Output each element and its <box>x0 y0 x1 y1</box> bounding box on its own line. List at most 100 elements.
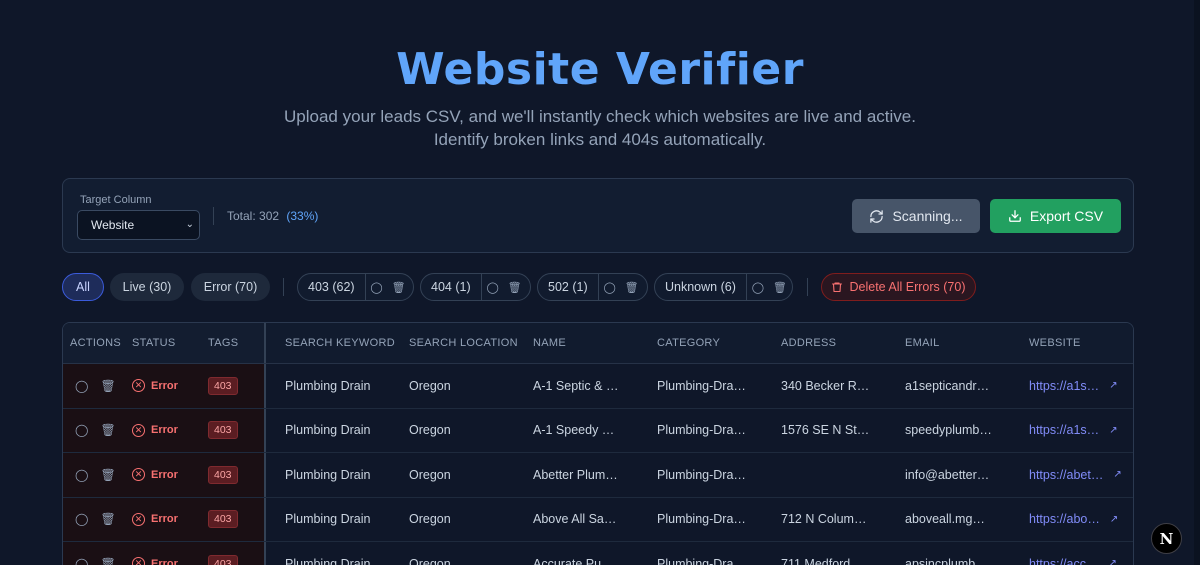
row-actions: ◯ 🗑 <box>75 364 128 408</box>
row-actions: ◯ 🗑 <box>75 453 128 497</box>
filter-unknown[interactable]: Unknown (6) <box>655 274 747 300</box>
download-icon <box>1009 210 1021 222</box>
cell-keyword: Plumbing Drain <box>285 378 371 393</box>
website-link[interactable]: https://a1s… <box>1029 423 1099 437</box>
delete-all-errors-button[interactable]: Delete All Errors (70) <box>821 273 976 301</box>
cell-address: 1576 SE N St… <box>781 423 870 438</box>
trash-icon[interactable]: 🗑 <box>100 423 115 437</box>
trash-icon[interactable]: 🗑 <box>621 274 643 300</box>
cell-website: https://abo… ↗ <box>1029 498 1118 542</box>
website-link[interactable]: https://a1s… <box>1029 379 1099 393</box>
shield-icon[interactable]: ◯ <box>75 468 88 482</box>
table-row[interactable]: ◯ 🗑 ✕ Error 403 Plumbing Drain Oregon Abetter P… <box>63 453 1133 498</box>
external-link-icon[interactable]: ↗ <box>1110 514 1118 525</box>
cell-email: apsincplumb… <box>905 556 988 565</box>
row-actions: ◯ 🗑 <box>75 542 128 565</box>
export-csv-button[interactable]: Export CSV <box>990 199 1121 233</box>
table-header: ACTIONS STATUS TAGS SEARCH KEYWORD SEARC… <box>63 323 1133 364</box>
status-badge: ✕ Error <box>132 409 178 453</box>
cell-location: Oregon <box>409 467 451 482</box>
nextjs-badge[interactable]: N <box>1151 523 1182 554</box>
shield-icon[interactable]: ◯ <box>75 423 88 437</box>
shield-icon[interactable]: ◯ <box>482 274 504 300</box>
filter-403[interactable]: 403 (62) <box>298 274 366 300</box>
shield-icon[interactable]: ◯ <box>599 274 621 300</box>
header-address[interactable]: ADDRESS <box>781 323 836 363</box>
total-percent: (33%) <box>286 209 319 223</box>
status-badge: ✕ Error <box>132 453 178 497</box>
cell-website: https://abet… ↗ <box>1029 453 1122 497</box>
cell-name: Abetter Plum… <box>533 467 618 482</box>
subtitle-line-2: Identify broken links and 404s automatic… <box>433 130 767 149</box>
external-link-icon[interactable]: ↗ <box>1113 469 1121 480</box>
cell-location: Oregon <box>409 423 451 438</box>
trash-icon[interactable]: 🗑 <box>100 468 115 482</box>
scanning-button[interactable]: Scanning... <box>852 199 980 233</box>
header-category[interactable]: CATEGORY <box>657 323 720 363</box>
shield-icon[interactable]: ◯ <box>75 379 88 393</box>
page-title: Website Verifier <box>396 44 804 95</box>
shield-icon[interactable]: ◯ <box>75 557 88 565</box>
delete-all-label: Delete All Errors (70) <box>849 280 966 294</box>
cell-category: Plumbing-Dra… <box>657 556 746 565</box>
trash-icon[interactable]: 🗑 <box>769 274 791 300</box>
cell-address: 340 Becker R… <box>781 378 870 393</box>
website-link[interactable]: https://acc… <box>1029 557 1098 565</box>
sticky-column-border <box>264 323 266 363</box>
tag-cell: 403 <box>208 409 238 453</box>
trash-icon <box>832 282 843 293</box>
header-email[interactable]: EMAIL <box>905 323 940 363</box>
header-tags: TAGS <box>208 337 239 349</box>
shield-icon[interactable]: ◯ <box>366 274 388 300</box>
website-link[interactable]: https://abo… <box>1029 512 1100 526</box>
shield-icon[interactable]: ◯ <box>747 274 769 300</box>
website-link[interactable]: https://abet… <box>1029 468 1103 482</box>
cell-name: Accurate Pu… <box>533 556 614 565</box>
error-circle-icon: ✕ <box>132 379 145 393</box>
shield-icon[interactable]: ◯ <box>75 512 88 526</box>
table-row[interactable]: ◯ 🗑 ✕ Error 403 Plumbing Drain Oregon A-1 Speed… <box>63 408 1133 453</box>
trash-icon[interactable]: 🗑 <box>388 274 410 300</box>
header-website[interactable]: WEBSITE <box>1029 323 1081 363</box>
status-text: Error <box>151 513 178 526</box>
tag-badge: 403 <box>208 421 238 440</box>
cell-location: Oregon <box>409 512 451 527</box>
header-name[interactable]: NAME <box>533 323 566 363</box>
tag-cell: 403 <box>208 453 238 497</box>
refresh-icon <box>870 209 884 223</box>
table-row[interactable]: ◯ 🗑 ✕ Error 403 Plumbing Drain Oregon A-1 Septi… <box>63 364 1133 409</box>
filter-error[interactable]: Error (70) <box>191 273 270 301</box>
tag-cell: 403 <box>208 364 238 408</box>
tag-badge: 403 <box>208 510 238 529</box>
table-row[interactable]: ◯ 🗑 ✕ Error 403 Plumbing Drain Oregon Above All… <box>63 497 1133 542</box>
cell-keyword: Plumbing Drain <box>285 467 371 482</box>
tag-cell: 403 <box>208 498 238 542</box>
page-scrollbar[interactable] <box>1194 0 1200 565</box>
trash-icon[interactable]: 🗑 <box>100 557 115 565</box>
sticky-column-border <box>264 408 266 452</box>
trash-icon[interactable]: 🗑 <box>100 512 115 526</box>
filter-502[interactable]: 502 (1) <box>538 274 599 300</box>
cell-location: Oregon <box>409 556 451 565</box>
export-label: Export CSV <box>1029 208 1104 224</box>
external-link-icon[interactable]: ↗ <box>1108 558 1116 565</box>
cell-name: A-1 Septic & … <box>533 378 619 393</box>
cell-email: speedyplumb… <box>905 423 992 438</box>
filter-all[interactable]: All <box>62 273 104 301</box>
external-link-icon[interactable]: ↗ <box>1109 425 1117 436</box>
cell-name: Above All Sa… <box>533 512 617 527</box>
cell-category: Plumbing-Dra… <box>657 378 746 393</box>
target-column-select[interactable]: Website ⌄ <box>77 210 200 240</box>
filter-group-unknown: Unknown (6) ◯ 🗑 <box>654 273 793 301</box>
cell-website: https://acc… ↗ <box>1029 542 1117 565</box>
filter-live[interactable]: Live (30) <box>110 273 184 301</box>
cell-email: a1septicandr… <box>905 378 990 393</box>
control-panel: Target Column Website ⌄ Total: 302 (33%)… <box>62 178 1134 253</box>
trash-icon[interactable]: 🗑 <box>100 379 115 393</box>
header-search-location[interactable]: SEARCH LOCATION <box>409 323 518 363</box>
header-search-keyword[interactable]: SEARCH KEYWORD <box>285 323 395 363</box>
external-link-icon[interactable]: ↗ <box>1109 380 1117 391</box>
table-row[interactable]: ◯ 🗑 ✕ Error 403 Plumbing Drain Oregon Accurate … <box>63 542 1133 565</box>
filter-404[interactable]: 404 (1) <box>421 274 482 300</box>
trash-icon[interactable]: 🗑 <box>504 274 526 300</box>
